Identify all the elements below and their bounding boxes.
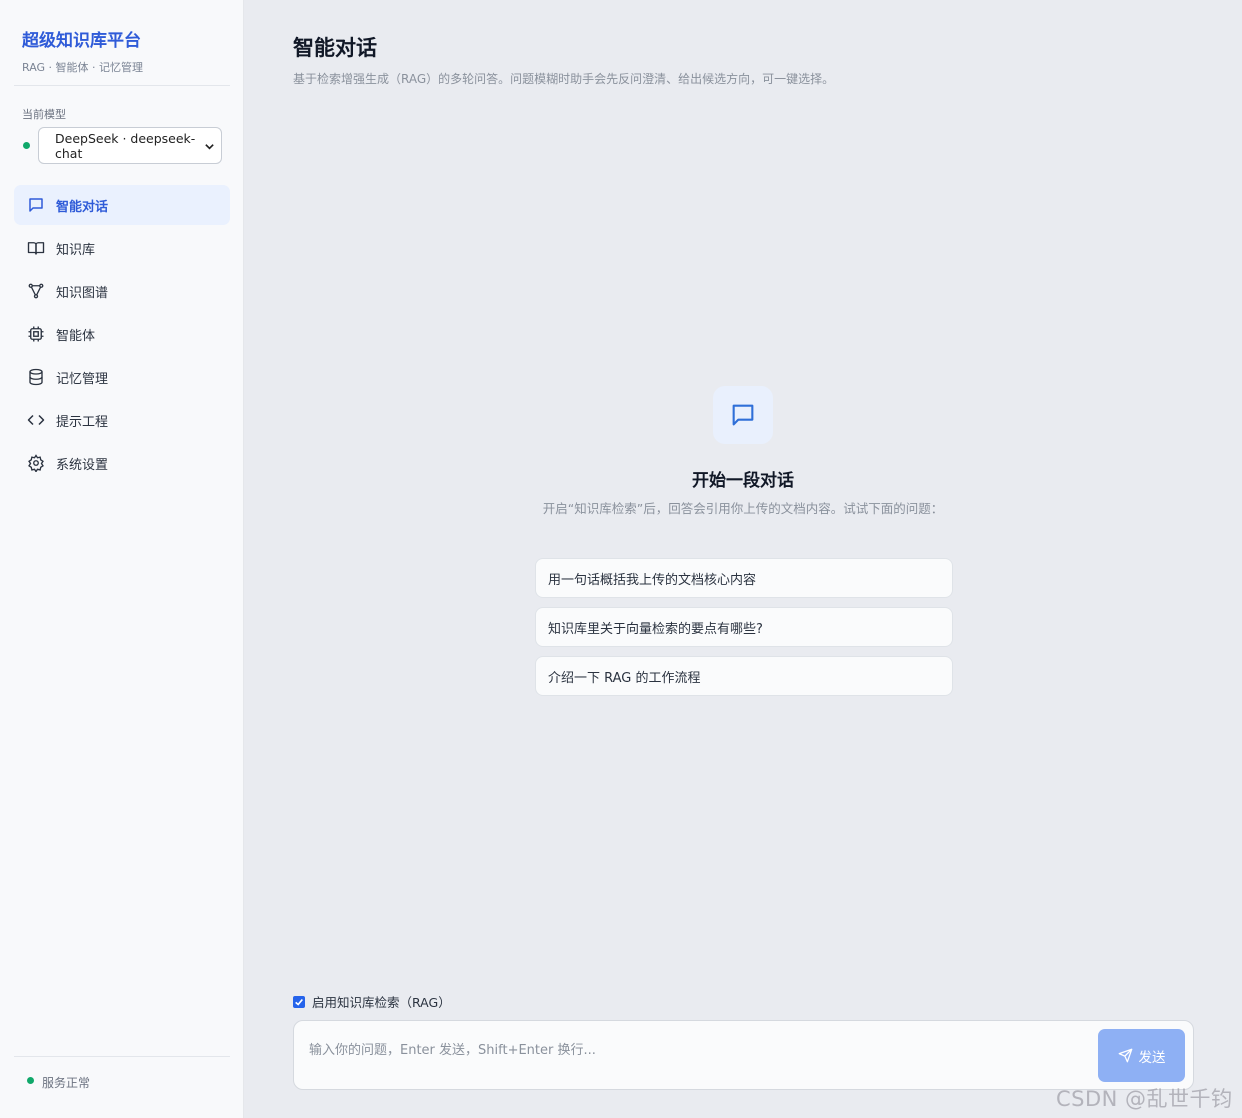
sidebar-item-label: 记忆管理 [56, 371, 109, 387]
sidebar-item-label: 知识库 [56, 242, 96, 258]
sidebar-item-knowledge-base[interactable]: 知识库 [14, 228, 230, 268]
empty-state-title: 开始一段对话 [692, 471, 794, 491]
sidebar-item-label: 智能体 [56, 328, 96, 344]
sidebar-item-label: 知识图谱 [56, 285, 109, 301]
sidebar-item-chat[interactable]: 智能对话 [14, 185, 230, 225]
model-select-value: DeepSeek · deepseek-chat [55, 130, 196, 161]
chat-bubble-icon [713, 386, 773, 444]
send-button-label: 发送 [1138, 1049, 1166, 1066]
code-brackets-icon [26, 410, 46, 430]
send-button[interactable]: 发送 [1098, 1029, 1185, 1082]
rag-toggle[interactable]: 启用知识库检索（RAG） [293, 992, 451, 1011]
brand-subtitle: RAG · 智能体 · 记忆管理 [22, 61, 144, 74]
sidebar-item-settings[interactable]: 系统设置 [14, 443, 230, 483]
model-select[interactable]: DeepSeek · deepseek-chat [38, 127, 222, 164]
brand: 超级知识库平台 RAG · 智能体 · 记忆管理 [22, 26, 143, 75]
message-input[interactable]: 输入你的问题，Enter 发送，Shift+Enter 换行... [293, 1020, 1194, 1090]
sidebar-footer-divider [14, 1056, 230, 1057]
sidebar-item-agents[interactable]: 智能体 [14, 314, 230, 354]
service-status-dot [27, 1077, 34, 1084]
model-status-dot [23, 142, 30, 149]
cpu-chip-icon [26, 324, 46, 344]
sidebar-item-knowledge-graph[interactable]: 知识图谱 [14, 271, 230, 311]
watermark: CSDN @乱世千钧 [1056, 1087, 1233, 1111]
chat-bubble-icon [26, 195, 46, 215]
model-label: 当前模型 [22, 108, 66, 121]
suggestion-button[interactable]: 介绍一下 RAG 的工作流程 [535, 656, 953, 696]
brand-title: 超级知识库平台 [22, 31, 141, 51]
rag-checkbox[interactable] [293, 995, 305, 1008]
sidebar-item-label: 系统设置 [56, 457, 109, 473]
graph-icon [26, 281, 46, 301]
suggestion-button[interactable]: 知识库里关于向量检索的要点有哪些? [535, 607, 953, 647]
suggestion-button[interactable]: 用一句话概括我上传的文档核心内容 [535, 558, 953, 598]
send-icon [1118, 1048, 1132, 1063]
sidebar-item-memory[interactable]: 记忆管理 [14, 357, 230, 397]
sidebar-item-label: 智能对话 [56, 199, 109, 215]
rag-toggle-label: 启用知识库检索（RAG） [312, 995, 451, 1010]
message-input-placeholder: 输入你的问题，Enter 发送，Shift+Enter 换行... [309, 1043, 596, 1058]
chevron-down-icon [204, 140, 215, 155]
sidebar-divider [14, 85, 230, 86]
book-icon [26, 238, 46, 258]
sidebar-nav: 智能对话 知识库 知识图谱 智能体 记忆管理 提示工程 系统设置 [14, 185, 230, 486]
sidebar-item-label: 提示工程 [56, 414, 109, 430]
gear-icon [26, 453, 46, 473]
sidebar: 超级知识库平台 RAG · 智能体 · 记忆管理 当前模型 DeepSeek ·… [0, 0, 244, 1118]
page-title: 智能对话 [293, 36, 377, 60]
service-status: 服务正常 [42, 1076, 91, 1090]
sidebar-item-prompt-engineering[interactable]: 提示工程 [14, 400, 230, 440]
page-subtitle: 基于检索增强生成（RAG）的多轮问答。问题模糊时助手会先反问澄清、给出候选方向，… [293, 72, 835, 86]
empty-state-description: 开启“知识库检索”后，回答会引用你上传的文档内容。试试下面的问题： [542, 501, 944, 516]
database-icon [26, 367, 46, 387]
